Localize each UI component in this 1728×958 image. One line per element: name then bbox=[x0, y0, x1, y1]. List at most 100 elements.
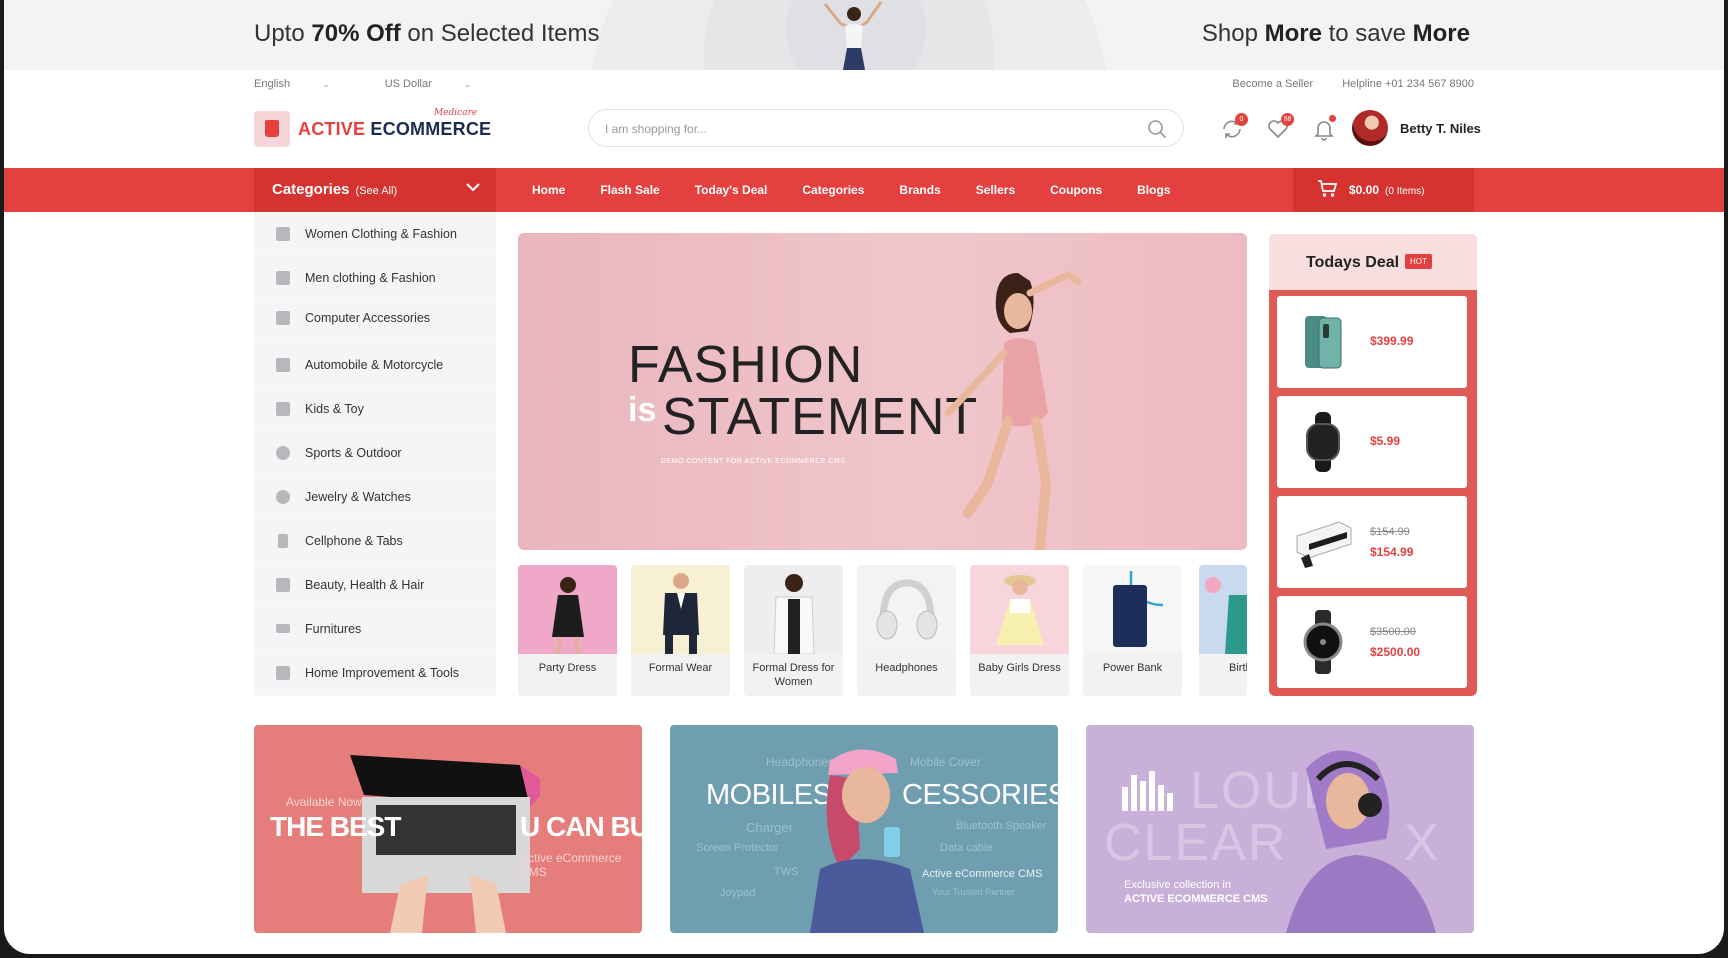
banner-the-best: THE BEST bbox=[270, 811, 401, 842]
car-icon bbox=[276, 358, 290, 372]
nav-link-todays-deal[interactable]: Today's Deal bbox=[695, 183, 768, 197]
ball-icon bbox=[276, 446, 290, 460]
hero-slider[interactable]: FASHION is STATEMENT DEMO CONTENT FOR AC… bbox=[518, 233, 1247, 550]
beauty-icon bbox=[276, 578, 290, 592]
promo-right-text: Shop More to save More bbox=[1201, 20, 1470, 47]
categories-toggle[interactable]: Categories (See All) bbox=[254, 168, 496, 212]
search-icon[interactable] bbox=[1147, 119, 1167, 139]
nav-link-blogs[interactable]: Blogs bbox=[1137, 183, 1170, 197]
promo-banner-laptop[interactable]: Available Now THE BEST U CAN BUY Active … bbox=[254, 725, 642, 933]
sidebar-item-label: Beauty, Health & Hair bbox=[305, 578, 425, 592]
deal-item[interactable]: $3500.00 $2500.00 bbox=[1277, 596, 1467, 688]
nav-link-home[interactable]: Home bbox=[532, 183, 565, 197]
sidebar-item-label: Men clothing & Fashion bbox=[305, 271, 436, 285]
headphones-image bbox=[857, 565, 956, 654]
game-console-image bbox=[1296, 521, 1352, 568]
category-thumb-formal-dress-women[interactable]: Formal Dress for Women bbox=[744, 565, 843, 696]
nav-link-coupons[interactable]: Coupons bbox=[1050, 183, 1102, 197]
sidebar-item-label: Computer Accessories bbox=[305, 311, 431, 325]
sidebar-item-sports-outdoor[interactable]: Sports & Outdoor bbox=[254, 431, 496, 475]
deal-item[interactable]: $5.99 bbox=[1277, 396, 1467, 488]
thumb-label: Power Bank bbox=[1102, 662, 1163, 674]
toy-horse-icon bbox=[276, 402, 290, 416]
category-thumb-headphones[interactable]: Headphones bbox=[857, 565, 956, 696]
nav-link-brands[interactable]: Brands bbox=[899, 183, 940, 197]
sidebar-item-furnitures[interactable]: Furnitures bbox=[254, 607, 496, 651]
notifications-button[interactable] bbox=[1310, 115, 1338, 143]
deal-item[interactable]: $399.99 bbox=[1277, 296, 1467, 388]
sidebar-item-label: Women Clothing & Fashion bbox=[305, 227, 457, 241]
thumb-label: Formal Dress for Women bbox=[752, 662, 835, 688]
user-menu[interactable]: Betty T. Niles bbox=[1352, 110, 1481, 146]
chevron-down-icon bbox=[466, 183, 480, 192]
deal-old-price: $3500.00 bbox=[1370, 626, 1416, 638]
watch-icon bbox=[276, 490, 290, 504]
compare-count-badge: 0 bbox=[1235, 113, 1248, 126]
sidebar-item-label: Home Improvement & Tools bbox=[305, 666, 459, 680]
category-thumb-baby-girls-dress[interactable]: Baby Girls Dress bbox=[970, 565, 1069, 696]
banner-available-now: Available Now bbox=[286, 795, 362, 809]
sidebar-item-kids-toy[interactable]: Kids & Toy bbox=[254, 387, 496, 431]
sidebar-item-label: Jewelry & Watches bbox=[305, 490, 411, 504]
equalizer-icon bbox=[1122, 771, 1173, 811]
promo-banner[interactable]: Upto 70% Off on Selected Items Shop More… bbox=[4, 0, 1724, 70]
site-logo[interactable]: ACTIVE ECOMMERCE Medicare bbox=[254, 108, 492, 148]
compare-button[interactable]: 0 bbox=[1218, 113, 1248, 143]
category-thumb-formal-wear[interactable]: Formal Wear bbox=[631, 565, 730, 696]
deal-item[interactable]: $154.99 $154.99 bbox=[1277, 496, 1467, 588]
become-seller-link[interactable]: Become a Seller bbox=[1232, 78, 1313, 90]
wishlist-button[interactable]: 88 bbox=[1264, 113, 1294, 143]
nav-link-flash-sale[interactable]: Flash Sale bbox=[600, 183, 659, 197]
sidebar-item-automobile[interactable]: Automobile & Motorcycle bbox=[254, 343, 496, 387]
nav-link-sellers[interactable]: Sellers bbox=[976, 183, 1015, 197]
avatar bbox=[1352, 110, 1388, 146]
promo-banner-mobile-accessories[interactable]: Headphones Mobile Cover MOBILES & CESSOR… bbox=[670, 725, 1058, 933]
sidebar-item-jewelry-watches[interactable]: Jewelry & Watches bbox=[254, 475, 496, 519]
cart-amount: $0.00 bbox=[1349, 183, 1380, 197]
thumb-label: Party Dress bbox=[538, 662, 597, 674]
wishlist-count-badge: 88 bbox=[1281, 113, 1294, 126]
search-input[interactable] bbox=[605, 119, 1105, 139]
sidebar-item-label: Kids & Toy bbox=[305, 402, 364, 416]
computer-icon bbox=[276, 311, 290, 325]
promo-model-figure bbox=[823, 1, 883, 70]
formal-wear-image bbox=[631, 565, 730, 654]
chevron-down-icon: ⌄ bbox=[463, 79, 472, 89]
todays-deal-header: Todays Deal HOT bbox=[1269, 234, 1477, 290]
sidebar-item-label: Sports & Outdoor bbox=[305, 446, 402, 460]
sidebar-item-beauty-health[interactable]: Beauty, Health & Hair bbox=[254, 563, 496, 607]
nav-link-categories[interactable]: Categories bbox=[802, 183, 864, 197]
category-thumb-party-dress[interactable]: Party Dress bbox=[518, 565, 617, 696]
sidebar-item-women-clothing[interactable]: Women Clothing & Fashion bbox=[254, 212, 496, 256]
promo-banner-loud-clear[interactable]: LOUD CLEAR X Exclusive collection in ACT… bbox=[1086, 725, 1474, 933]
banner-cms: Active eCommerce CMS bbox=[922, 868, 1043, 880]
sidebar-item-home-improvement[interactable]: Home Improvement & Tools bbox=[254, 651, 496, 695]
category-thumb-birthday[interactable]: Birthda bbox=[1199, 565, 1247, 696]
browser-frame: Upto 70% Off on Selected Items Shop More… bbox=[4, 0, 1724, 954]
todays-deal-title: Todays Deal bbox=[1306, 254, 1400, 271]
hero-demo-text: DEMO CONTENT FOR ACTIVE ECOMMERCE CMS bbox=[661, 458, 846, 465]
cart-button[interactable]: $0.00 (0 Items) bbox=[1293, 168, 1474, 212]
sidebar-item-cellphone-tabs[interactable]: Cellphone & Tabs bbox=[254, 519, 496, 563]
logo-wordmark: ACTIVE ECOMMERCE bbox=[298, 118, 492, 139]
banner-screen-protector: Screen Protector bbox=[696, 842, 779, 854]
search-box bbox=[588, 109, 1184, 147]
logo-tagline: Medicare bbox=[434, 108, 478, 118]
category-thumb-power-bank[interactable]: Power Bank bbox=[1083, 565, 1182, 696]
banner-model-image bbox=[1286, 750, 1436, 933]
banner-u-can-buy: U CAN BUY bbox=[520, 811, 642, 842]
currency-label: US Dollar bbox=[384, 78, 432, 90]
sidebar-item-computer-accessories[interactable]: Computer Accessories bbox=[254, 296, 496, 340]
banner-joypad: Joypad bbox=[720, 887, 756, 899]
main-nav: Categories (See All) Home Flash Sale Toda… bbox=[4, 168, 1724, 212]
thumb-label: Headphones bbox=[875, 662, 938, 674]
cart-icon bbox=[1318, 180, 1337, 197]
currency-selector[interactable]: US Dollar ⌄ bbox=[385, 78, 498, 90]
language-label: English bbox=[254, 78, 291, 90]
todays-deal-panel: Todays Deal HOT $399.99 $5.99 $154.99 $1… bbox=[1269, 234, 1477, 696]
language-selector[interactable]: English ⌄ bbox=[254, 78, 356, 90]
category-sidebar: Women Clothing & Fashion Men clothing & … bbox=[254, 212, 496, 696]
sidebar-item-label: Furnitures bbox=[305, 622, 362, 636]
formal-dress-women-image bbox=[744, 565, 843, 654]
sidebar-item-men-clothing[interactable]: Men clothing & Fashion bbox=[254, 256, 496, 300]
